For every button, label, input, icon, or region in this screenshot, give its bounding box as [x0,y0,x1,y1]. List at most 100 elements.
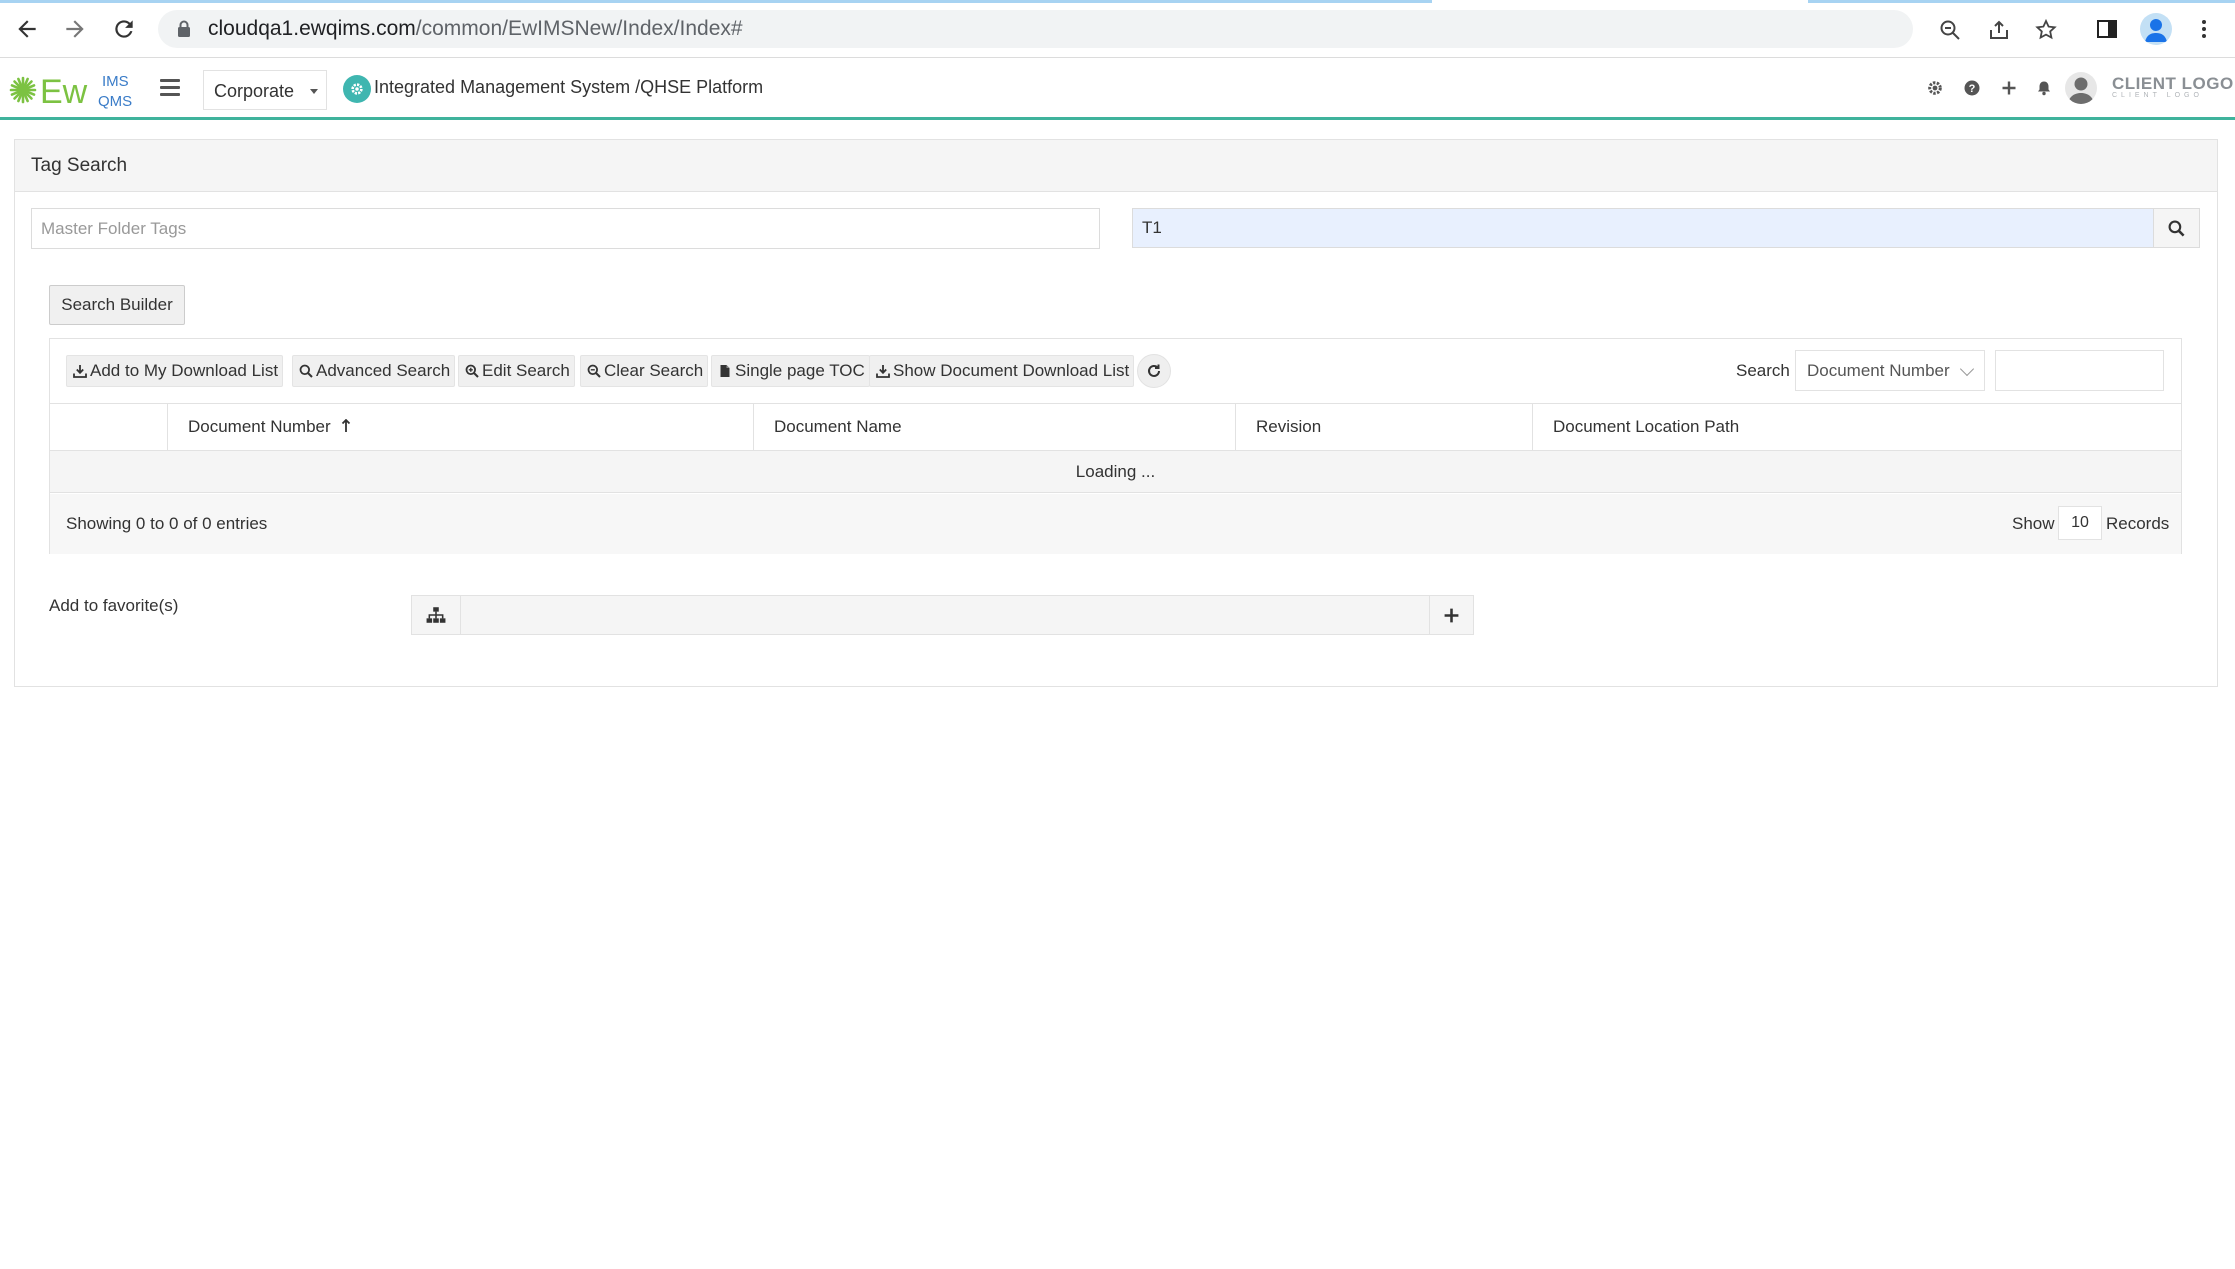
records-label: Records [2106,514,2170,533]
address-bar[interactable]: cloudqa1.ewqims.com/common/EwIMSNew/Inde… [158,10,2057,48]
loading-row: Loading ... [50,451,2181,493]
zoom-icon[interactable] [1938,18,1962,42]
file-icon [720,365,730,377]
button-label: Add to My Download List [90,361,279,380]
search-field-value: Document Number [1807,361,1950,380]
corporate-select-value: Corporate [214,81,295,101]
download-icon [73,365,87,378]
refresh-icon [1148,364,1160,377]
gear-glyph [351,83,363,95]
results-grid: Add to My Download List Advanced Search … [49,338,2182,554]
profile-button[interactable] [2140,13,2172,45]
browser-menu-button[interactable] [2189,14,2219,44]
ewims-logo[interactable]: Ew IMS QMS [8,70,140,111]
favorite-folder-input[interactable] [460,595,1430,635]
app-header [0,58,2235,120]
button-label: Edit Search [482,361,570,380]
svg-text:?: ? [1969,83,1976,95]
column-header-revision[interactable]: Revision [1236,404,1533,450]
caret-down-icon [310,89,318,94]
entries-info: Showing 0 to 0 of 0 entries [66,514,268,533]
column-header-document-location-path[interactable]: Document Location Path [1533,404,2181,450]
column-header-document-number[interactable]: Document Number [168,404,754,450]
url-text: cloudqa1.ewqims.com/common/EwIMSNew/Inde… [208,18,743,40]
more-vertical-icon [2202,20,2206,38]
advanced-search-button[interactable]: Advanced Search [292,355,456,387]
add-icon[interactable] [1998,77,2020,99]
column-label: Document Number [188,417,331,436]
sitemap-icon [426,607,446,623]
favorite-folder-tree-button[interactable] [411,595,461,635]
zoom-in-icon [465,364,479,378]
page-load-progress-tail [1808,0,2235,3]
user-silhouette-icon [2068,77,2094,104]
table-header: Document Number Document Name Revision D… [50,403,2181,451]
client-logo-text: CLIENT LOGO [2112,74,2234,93]
grid-footer: Showing 0 to 0 of 0 entries Show 10 Reco… [50,494,2181,554]
sort-ascending-icon [341,419,350,432]
search-builder-button[interactable]: Search Builder [49,285,185,325]
chevron-down-icon [1959,361,1975,377]
logo-graphic: Ew IMS QMS [9,73,132,111]
zoom-out-icon [587,364,601,378]
search-icon [2168,220,2185,237]
menu-bar [160,79,180,82]
page-load-progress [0,0,1432,3]
platform-gear-icon [343,75,371,103]
button-label: Single page TOC [735,361,865,380]
add-favorite-button[interactable] [1429,595,1474,635]
arrow-left-icon [18,20,36,38]
help-icon[interactable]: ? [1961,77,1983,99]
client-logo: CLIENT LOGO CLIENT LOGO [2112,74,2234,99]
person-icon [2145,19,2167,42]
menu-bar [160,93,180,96]
add-to-download-list-button[interactable]: Add to My Download List [66,355,284,387]
column-header-document-name[interactable]: Document Name [754,404,1236,450]
panel-header: Tag Search [15,140,2217,192]
side-panel-button[interactable] [2092,14,2122,44]
svg-text:IMS: IMS [102,73,129,90]
svg-text:QMS: QMS [98,93,132,110]
refresh-button[interactable] [1137,354,1171,388]
menu-toggle-icon[interactable] [160,79,180,97]
grid-search-label: Search [1736,361,1790,380]
grid-search-input[interactable] [1995,350,2164,391]
clear-search-button[interactable]: Clear Search [580,355,709,387]
tag-search-input[interactable] [1132,208,2154,248]
tag-search-button[interactable] [2153,208,2200,248]
favorites-label: Add to favorite(s) [49,596,179,615]
side-panel-icon [2097,20,2117,38]
url-host: cloudqa1.ewqims.com [208,17,416,40]
edit-search-button[interactable]: Edit Search [458,355,575,387]
menu-bar [160,86,180,89]
forward-button[interactable] [58,12,92,46]
platform-title: Integrated Management System /QHSE Platf… [374,77,764,97]
search-icon [299,364,313,378]
reload-icon [115,20,133,38]
search-field-select[interactable]: Document Number [1795,350,1985,391]
lock-icon [178,20,190,37]
single-page-toc-button[interactable]: Single page TOC [711,355,870,387]
column-header-select [50,404,168,450]
show-label: Show [2012,514,2055,533]
svg-text:Ew: Ew [40,73,88,110]
page-size-select[interactable]: 10 [2058,506,2102,540]
reload-button[interactable] [107,12,141,46]
user-avatar[interactable] [2065,72,2097,104]
plus-icon [1444,608,1459,622]
master-folder-tags-input[interactable] [31,208,1100,249]
settings-gear-icon[interactable] [1924,77,1946,99]
show-document-download-list-button[interactable]: Show Document Download List [869,355,1135,387]
arrow-right-icon [66,20,84,38]
back-button[interactable] [10,12,44,46]
url-path: /common/EwIMSNew/Index/Index# [415,17,743,40]
browser-toolbar: cloudqa1.ewqims.com/common/EwIMSNew/Inde… [0,0,2235,58]
button-label: Advanced Search [316,361,451,380]
panel-title: Tag Search [31,155,128,176]
button-label: Clear Search [604,361,704,380]
bookmark-star-icon[interactable] [2034,18,2058,42]
corporate-select[interactable]: Corporate [203,70,327,110]
bell-icon[interactable] [2033,77,2055,99]
button-label: Show Document Download List [893,361,1130,380]
share-icon[interactable] [1987,18,2011,42]
